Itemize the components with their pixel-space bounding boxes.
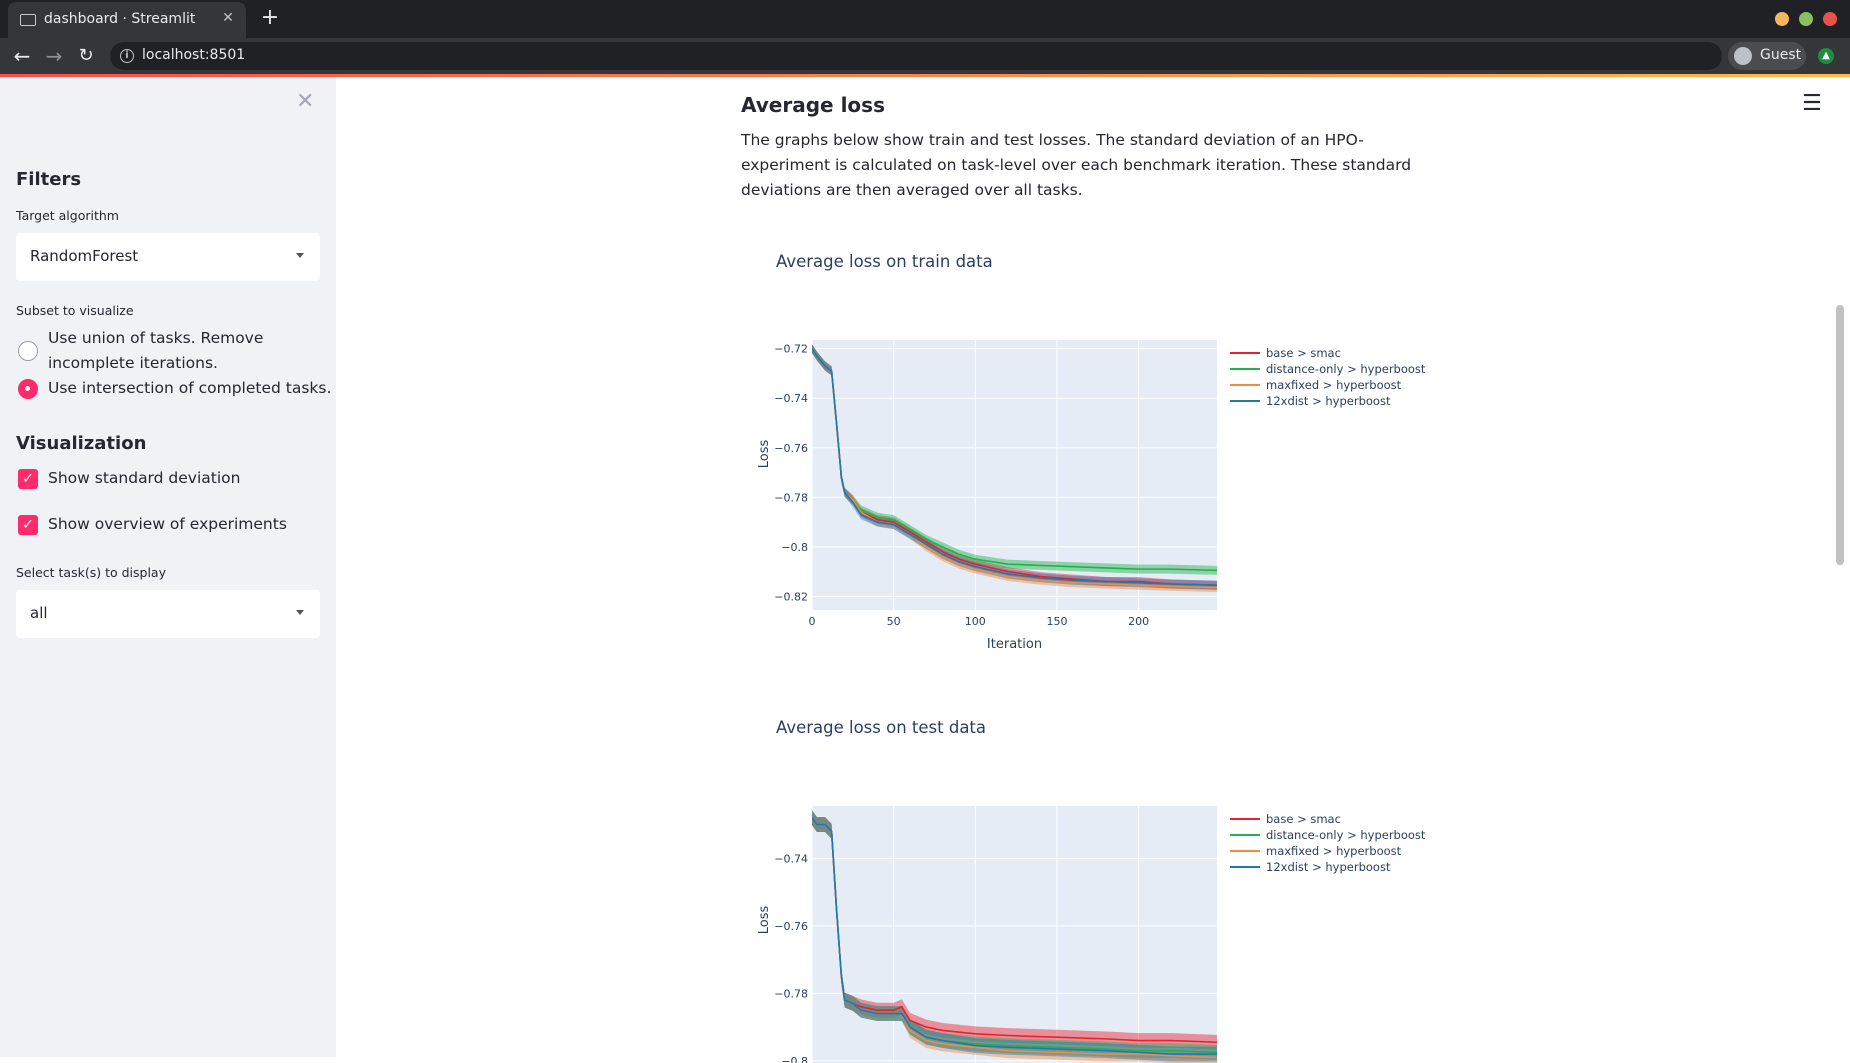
browser-tab[interactable]: dashboard · Streamlit ✕ <box>8 2 246 38</box>
subset-option-union-label[interactable]: Use union of tasks. Remove incomplete it… <box>48 326 318 376</box>
legend-label-maxfixed-hyperboost: maxfixed > hyperboost <box>1266 844 1402 858</box>
show-overview-checkbox[interactable]: ✓ <box>18 515 38 535</box>
y-tick-label: −0.76 <box>774 920 808 933</box>
forward-arrow-icon[interactable]: → <box>40 42 68 70</box>
chevron-down-icon <box>296 253 304 258</box>
plot-background <box>812 806 1217 1063</box>
test-chart-title: Average loss on test data <box>776 718 987 737</box>
y-tick-label: −0.8 <box>781 541 808 554</box>
reload-icon[interactable]: ↻ <box>72 42 100 70</box>
sidebar: ✕ Filters Target algorithm RandomForest … <box>0 77 336 1057</box>
subset-option-intersection-label[interactable]: Use intersection of completed tasks. <box>48 376 331 401</box>
y-tick-label: −0.72 <box>774 343 808 356</box>
target-algorithm-label: Target algorithm <box>16 208 119 223</box>
tasks-value: all <box>30 604 48 622</box>
y-tick-label: −0.78 <box>774 491 808 504</box>
visualization-heading: Visualization <box>16 433 147 454</box>
sidebar-close-icon[interactable]: ✕ <box>296 89 314 114</box>
target-algorithm-select[interactable]: RandomForest <box>16 233 320 281</box>
page-scrollbar[interactable] <box>1836 305 1844 565</box>
y-tick-label: −0.76 <box>774 442 808 455</box>
show-std-label[interactable]: Show standard deviation <box>48 466 240 491</box>
legend-label-distance-only-hyperboost: distance-only > hyperboost <box>1266 362 1426 376</box>
url-text: localhost:8501 <box>142 47 246 63</box>
legend-label-12xdist-hyperboost: 12xdist > hyperboost <box>1266 394 1391 408</box>
page-title: Average loss <box>741 93 885 117</box>
main-content: ☰ Average loss The graphs below show tra… <box>336 77 1850 1063</box>
test-loss-chart[interactable]: −0.74 −0.76 −0.78 −0.8 Loss base > smac distan… <box>756 763 1476 1063</box>
x-tick-label: 50 <box>887 615 901 628</box>
update-arrow-icon[interactable]: ▲ <box>1818 48 1834 64</box>
legend-label-maxfixed-hyperboost: maxfixed > hyperboost <box>1266 378 1402 392</box>
show-overview-label[interactable]: Show overview of experiments <box>48 512 287 537</box>
x-tick-label: 200 <box>1128 615 1149 628</box>
subset-radio-union[interactable] <box>18 341 38 361</box>
y-axis-title: Loss <box>757 906 772 935</box>
x-tick-label: 100 <box>965 615 986 628</box>
x-tick-label: 150 <box>1046 615 1067 628</box>
tasks-label: Select task(s) to display <box>16 565 166 580</box>
browser-tab-bar: dashboard · Streamlit ✕ + <box>0 0 1850 38</box>
new-tab-icon[interactable]: + <box>258 6 282 30</box>
train-chart-title: Average loss on train data <box>776 252 993 271</box>
guest-avatar-icon <box>1734 47 1752 65</box>
y-tick-label: −0.74 <box>774 852 808 865</box>
tab-close-icon[interactable]: ✕ <box>218 8 238 28</box>
legend-label-12xdist-hyperboost: 12xdist > hyperboost <box>1266 860 1391 874</box>
target-algorithm-value: RandomForest <box>30 247 139 265</box>
subset-radio-intersection[interactable] <box>18 379 38 399</box>
profile-button[interactable]: Guest <box>1728 42 1806 70</box>
tab-title: dashboard · Streamlit <box>44 11 196 27</box>
y-tick-label: −0.82 <box>774 590 808 603</box>
chevron-down-icon <box>296 610 304 615</box>
close-window-icon[interactable] <box>1823 12 1837 26</box>
y-axis-title: Loss <box>757 440 772 469</box>
y-tick-label: −0.78 <box>774 987 808 1000</box>
maximize-window-icon[interactable] <box>1799 12 1813 26</box>
tasks-select[interactable]: all <box>16 590 320 638</box>
subset-label: Subset to visualize <box>16 303 134 318</box>
legend-label-distance-only-hyperboost: distance-only > hyperboost <box>1266 828 1426 842</box>
hamburger-menu-icon[interactable]: ☰ <box>1802 91 1822 116</box>
page-description: The graphs below show train and test los… <box>741 131 1412 199</box>
train-loss-chart[interactable]: −0.72 −0.74 −0.76 −0.78 −0.8 −0.820 50 100 150 20… <box>756 297 1476 717</box>
legend-label-base-smac: base > smac <box>1266 346 1341 360</box>
back-arrow-icon[interactable]: ← <box>8 42 36 70</box>
legend-label-base-smac: base > smac <box>1266 812 1341 826</box>
y-tick-label: −0.8 <box>781 1055 808 1063</box>
browser-toolbar: ← → ↻ i localhost:8501 Guest ▲ <box>0 38 1850 74</box>
y-tick-label: −0.74 <box>774 392 808 405</box>
streamlit-favicon-icon <box>20 14 36 26</box>
minimize-window-icon[interactable] <box>1775 12 1789 26</box>
site-info-icon[interactable]: i <box>120 49 134 63</box>
profile-label: Guest <box>1760 47 1802 63</box>
address-bar[interactable]: i localhost:8501 <box>110 42 1722 70</box>
filters-heading: Filters <box>16 169 82 190</box>
x-tick-label: 0 <box>809 615 816 628</box>
show-std-checkbox[interactable]: ✓ <box>18 469 38 489</box>
x-axis-title: Iteration <box>987 637 1042 652</box>
